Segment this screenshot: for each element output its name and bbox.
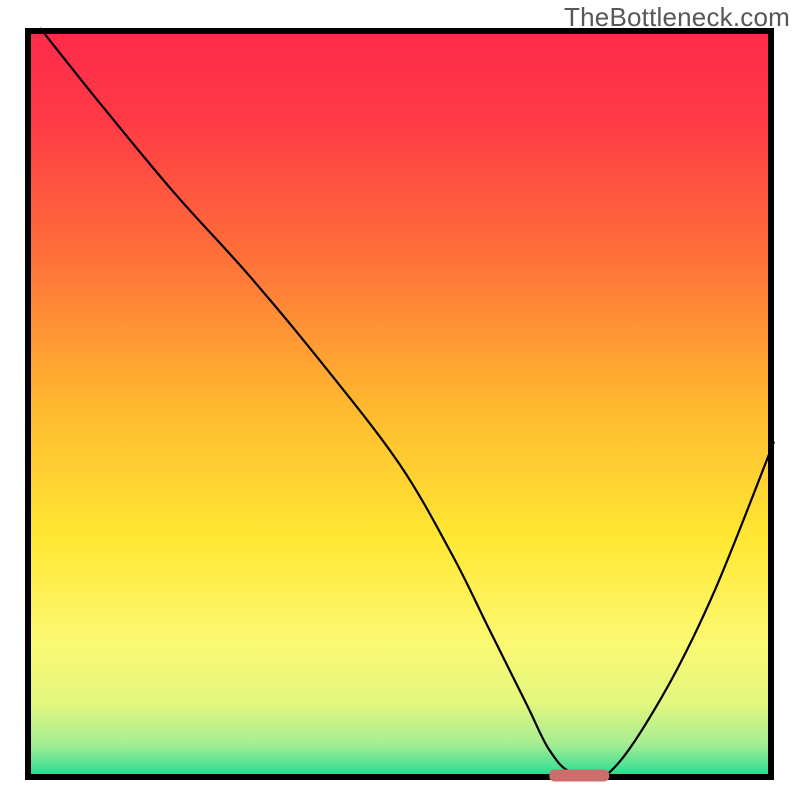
marker-bar: [549, 769, 609, 781]
plot-background: [28, 31, 771, 777]
chart-frame: TheBottleneck.com: [0, 0, 800, 800]
chart-svg: [0, 0, 800, 800]
watermark-text: TheBottleneck.com: [564, 2, 790, 33]
